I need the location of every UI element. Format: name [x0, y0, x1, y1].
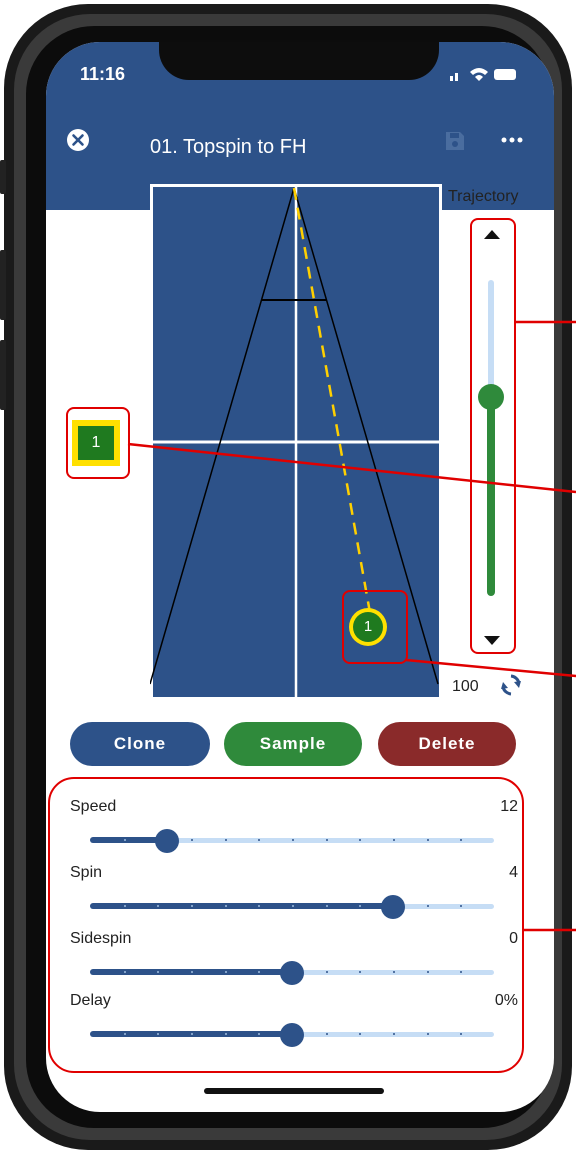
sample-button[interactable]: Sample	[224, 722, 362, 766]
slider-tick	[426, 971, 429, 973]
status-icons	[450, 68, 516, 81]
spin-label: Spin	[70, 864, 103, 881]
spin-slider[interactable]	[90, 894, 494, 919]
spin-value: 4	[509, 864, 518, 881]
save-icon[interactable]	[444, 130, 466, 152]
slider-tick	[224, 839, 227, 841]
more-icon[interactable]	[500, 132, 524, 148]
slider-tick	[393, 971, 395, 973]
slider-tick	[426, 839, 429, 841]
slider-thumb[interactable]	[154, 829, 179, 853]
trajectory-label: Trajectory	[448, 188, 519, 205]
delay-value: 0%	[494, 992, 518, 1009]
slider-tick	[224, 905, 227, 907]
delete-button[interactable]: Delete	[378, 722, 516, 766]
trajectory-slider[interactable]	[478, 280, 504, 596]
trajectory-thumb[interactable]	[478, 383, 504, 410]
slider-tick	[325, 971, 328, 973]
slider-tick	[325, 905, 328, 907]
home-indicator	[204, 1088, 384, 1094]
slider-tick	[191, 839, 193, 841]
slider-tick	[426, 1033, 429, 1035]
slider-tick	[123, 971, 126, 973]
slider-fill	[90, 903, 393, 909]
clone-button[interactable]: Clone	[70, 722, 210, 766]
landing-marker[interactable]: 1	[349, 608, 387, 646]
speed-value: 12	[500, 798, 518, 815]
slider-tick	[393, 1033, 395, 1035]
slider-tick	[224, 971, 227, 973]
slider-thumb[interactable]	[381, 895, 405, 919]
status-time: 11:16	[80, 64, 126, 84]
speed-label: Speed	[70, 798, 117, 815]
delay-slider[interactable]	[90, 1022, 494, 1047]
slider-tick	[123, 905, 126, 907]
phone-notch	[159, 42, 439, 80]
slider-tick	[123, 1033, 126, 1035]
refresh-icon[interactable]	[498, 672, 524, 698]
trajectory-value: 100	[452, 678, 479, 695]
speed-slider[interactable]	[90, 828, 494, 853]
app-screen: 11:16 01. Topspin to FH 1 1 Trajectory 1…	[46, 42, 554, 1112]
close-circle-icon[interactable]	[66, 128, 90, 152]
ball-marker[interactable]: 1	[72, 420, 120, 466]
slider-tick	[224, 1033, 227, 1035]
slider-thumb[interactable]	[280, 961, 304, 985]
arrow-up-icon[interactable]	[476, 224, 508, 244]
delay-label: Delay	[70, 992, 111, 1009]
page-title: 01. Topspin to FH	[150, 136, 307, 158]
slider-tick	[292, 839, 294, 841]
slider-tick	[325, 1033, 328, 1035]
slider-tick	[123, 839, 126, 841]
slider-thumb[interactable]	[280, 1023, 304, 1047]
slider-tick	[292, 905, 294, 907]
slider-tick	[393, 839, 395, 841]
slider-tick	[426, 905, 429, 907]
slider-tick	[325, 839, 328, 841]
sidespin-slider[interactable]	[90, 960, 494, 985]
slider-tick	[191, 971, 193, 973]
trajectory-fill	[487, 396, 495, 596]
arrow-down-icon[interactable]	[476, 630, 508, 650]
sidespin-label: Sidespin	[70, 930, 132, 947]
ball-marker-label: 1	[78, 426, 114, 460]
slider-tick	[191, 905, 193, 907]
landing-marker-label: 1	[353, 612, 383, 642]
sidespin-value: 0	[509, 930, 518, 947]
slider-tick	[191, 1033, 193, 1035]
